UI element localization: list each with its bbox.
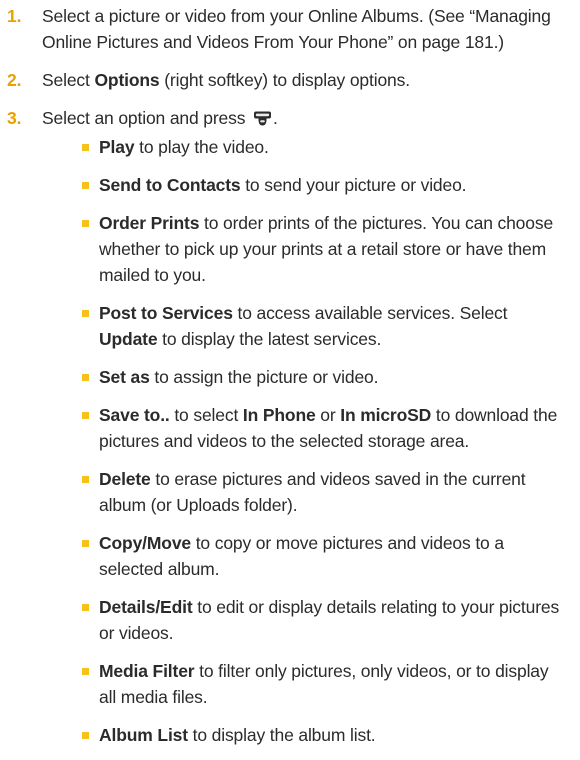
option-term: Post to Services — [99, 303, 233, 323]
option-description: or — [315, 405, 341, 425]
square-bullet-icon — [82, 144, 89, 151]
step-text-part: . — [273, 108, 278, 128]
option-term: In Phone — [242, 405, 316, 425]
list-item: Media Filter to filter only pictures, on… — [82, 658, 570, 710]
option-term: Media Filter — [99, 661, 195, 681]
instruction-steps: 1. Select a picture or video from your O… — [0, 3, 580, 760]
list-item: Copy/Move to copy or move pictures and v… — [82, 530, 570, 582]
square-bullet-icon — [82, 220, 89, 227]
square-bullet-icon — [82, 412, 89, 419]
step-3: 3. Select an option and press . Play to … — [0, 105, 580, 748]
option-term: Play — [99, 137, 135, 157]
list-item: Set as to assign the picture or video. — [82, 364, 570, 390]
step-text: Select a picture or video from your Onli… — [42, 6, 551, 52]
option-term: Copy/Move — [99, 533, 191, 553]
option-description: to erase pictures and videos saved in th… — [99, 469, 526, 515]
option-description: to play the video. — [134, 137, 269, 157]
option-term: Order Prints — [99, 213, 200, 233]
option-term: In microSD — [340, 405, 432, 425]
square-bullet-icon — [82, 668, 89, 675]
list-item: Delete to erase pictures and videos save… — [82, 466, 570, 518]
square-bullet-icon — [82, 374, 89, 381]
option-description: to assign the picture or video. — [149, 367, 379, 387]
step-number: 2. — [7, 70, 22, 90]
option-description: to select — [169, 405, 243, 425]
option-list: Play to play the video. Send to Contacts… — [42, 134, 570, 748]
option-description: to send your picture or video. — [240, 175, 467, 195]
step-text: Select Options (right softkey) to displa… — [42, 67, 570, 93]
square-bullet-icon — [82, 604, 89, 611]
step-text-part: (right softkey) to display options. — [159, 70, 410, 90]
option-term: Set as — [99, 367, 150, 387]
step-text-part: Select an option and press — [42, 108, 251, 128]
menu-ok-key-icon — [253, 108, 272, 126]
option-description: to display the latest services. — [157, 329, 382, 349]
square-bullet-icon — [82, 310, 89, 317]
option-description: to display the album list. — [187, 725, 376, 745]
manual-page: 1. Select a picture or video from your O… — [0, 0, 580, 754]
step-number: 3. — [7, 108, 22, 128]
list-item: Details/Edit to edit or display details … — [82, 594, 570, 646]
step-number: 1. — [7, 6, 22, 26]
list-item: Order Prints to order prints of the pict… — [82, 210, 570, 288]
list-item: Album List to display the album list. — [82, 722, 570, 748]
step-2: 2. Select Options (right softkey) to dis… — [0, 67, 580, 93]
step-1: 1. Select a picture or video from your O… — [0, 3, 580, 55]
step-text: Select an option and press . — [42, 105, 570, 131]
option-term: Save to.. — [99, 405, 170, 425]
option-description: to access available services. Select — [232, 303, 508, 323]
list-item: Play to play the video. — [82, 134, 570, 160]
option-term: Album List — [99, 725, 188, 745]
step-text-part: Select — [42, 70, 95, 90]
option-term: Send to Contacts — [99, 175, 241, 195]
square-bullet-icon — [82, 732, 89, 739]
option-term: Update — [99, 329, 158, 349]
square-bullet-icon — [82, 540, 89, 547]
option-term: Details/Edit — [99, 597, 193, 617]
square-bullet-icon — [82, 182, 89, 189]
list-item: Send to Contacts to send your picture or… — [82, 172, 570, 198]
list-item: Post to Services to access available ser… — [82, 300, 570, 352]
options-term: Options — [94, 70, 160, 90]
option-term: Delete — [99, 469, 151, 489]
list-item: Save to.. to select In Phone or In micro… — [82, 402, 570, 454]
square-bullet-icon — [82, 476, 89, 483]
